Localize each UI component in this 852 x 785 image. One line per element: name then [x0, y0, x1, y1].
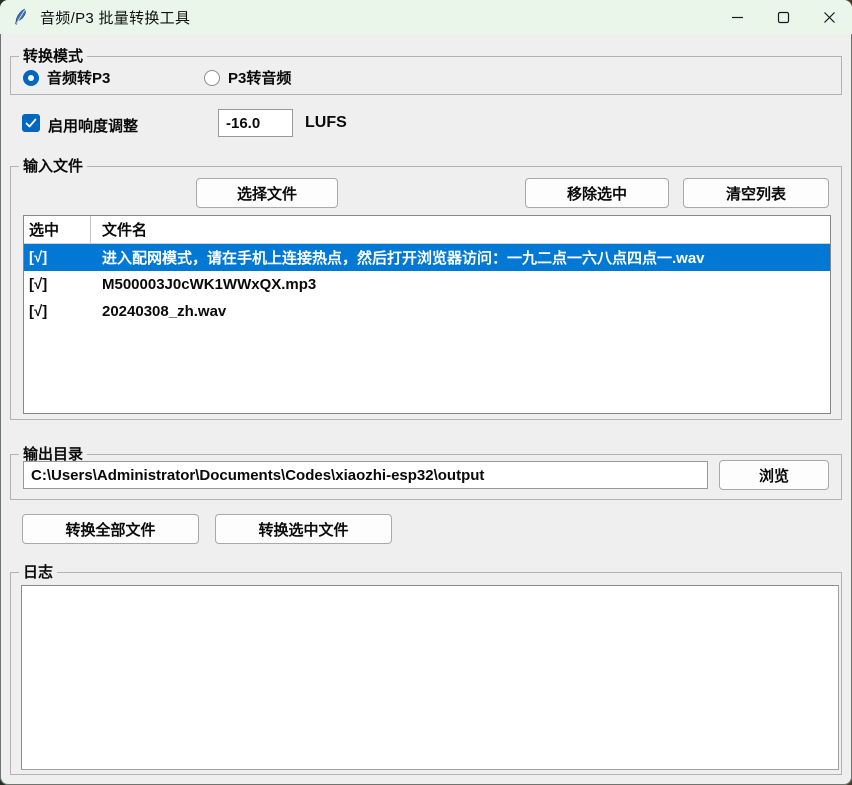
radio-on-icon — [23, 70, 39, 86]
table-row[interactable]: [√] 进入配网模式，请在手机上连接热点，然后打开浏览器访问：一九二点一六八点四… — [24, 244, 830, 271]
log-textarea[interactable] — [21, 585, 839, 770]
maximize-icon — [777, 11, 790, 24]
mode-group-label: 转换模式 — [19, 47, 87, 66]
file-list-table: 选中 文件名 [√] 进入配网模式，请在手机上连接热点，然后打开浏览器访问：一九… — [23, 215, 831, 414]
lufs-input[interactable]: -16.0 — [218, 109, 293, 137]
output-dir-groupbox: 输出目录 C:\Users\Administrator\Documents\Co… — [10, 454, 842, 500]
select-files-button[interactable]: 选择文件 — [196, 178, 338, 208]
check-icon — [25, 117, 37, 129]
remove-selected-button[interactable]: 移除选中 — [525, 178, 669, 208]
python-feather-icon — [13, 8, 31, 26]
radio-p3-to-audio-label: P3转音频 — [228, 67, 291, 88]
window-title: 音频/P3 批量转换工具 — [40, 7, 190, 28]
minimize-button[interactable] — [714, 0, 760, 34]
table-row[interactable]: [√] M500003J0cWK1WWxQX.mp3 — [24, 271, 830, 298]
column-header-selected[interactable]: 选中 — [24, 216, 91, 243]
close-button[interactable] — [806, 0, 852, 34]
row-checked-mark: [√] — [24, 303, 91, 320]
mode-groupbox: 转换模式 音频转P3 P3转音频 — [10, 56, 842, 95]
minimize-icon — [731, 11, 744, 24]
maximize-button[interactable] — [760, 0, 806, 34]
column-header-filename[interactable]: 文件名 — [91, 216, 830, 243]
radio-audio-to-p3-label: 音频转P3 — [47, 67, 110, 88]
radio-p3-to-audio[interactable]: P3转音频 — [204, 67, 291, 88]
clear-list-button[interactable]: 清空列表 — [683, 178, 829, 208]
log-groupbox: 日志 — [10, 572, 842, 775]
close-icon — [823, 11, 836, 24]
radio-off-icon — [204, 70, 220, 86]
loudness-checkbox[interactable] — [22, 114, 40, 132]
table-row[interactable]: [√] 20240308_zh.wav — [24, 298, 830, 325]
window-controls — [714, 0, 852, 34]
output-path-input[interactable]: C:\Users\Administrator\Documents\Codes\x… — [23, 461, 708, 489]
convert-all-button[interactable]: 转换全部文件 — [22, 514, 199, 544]
row-checked-mark: [√] — [24, 249, 91, 266]
input-files-groupbox: 输入文件 选择文件 移除选中 清空列表 选中 文件名 [√] 进入配网模式，请在… — [10, 166, 842, 420]
log-group-label: 日志 — [19, 563, 57, 582]
row-filename: 进入配网模式，请在手机上连接热点，然后打开浏览器访问：一九二点一六八点四点一.w… — [91, 247, 830, 268]
row-checked-mark: [√] — [24, 276, 91, 293]
radio-audio-to-p3[interactable]: 音频转P3 — [23, 67, 110, 88]
convert-selected-button[interactable]: 转换选中文件 — [215, 514, 392, 544]
app-window: 音频/P3 批量转换工具 转换模式 — [0, 0, 852, 785]
file-table-header: 选中 文件名 — [24, 216, 830, 244]
row-filename: M500003J0cWK1WWxQX.mp3 — [91, 276, 830, 293]
input-files-group-label: 输入文件 — [19, 157, 87, 176]
row-filename: 20240308_zh.wav — [91, 303, 830, 320]
browse-button[interactable]: 浏览 — [719, 460, 829, 490]
loudness-checkbox-label[interactable]: 启用响度调整 — [48, 115, 138, 136]
title-bar[interactable]: 音频/P3 批量转换工具 — [0, 0, 852, 34]
lufs-unit-label: LUFS — [305, 114, 347, 132]
